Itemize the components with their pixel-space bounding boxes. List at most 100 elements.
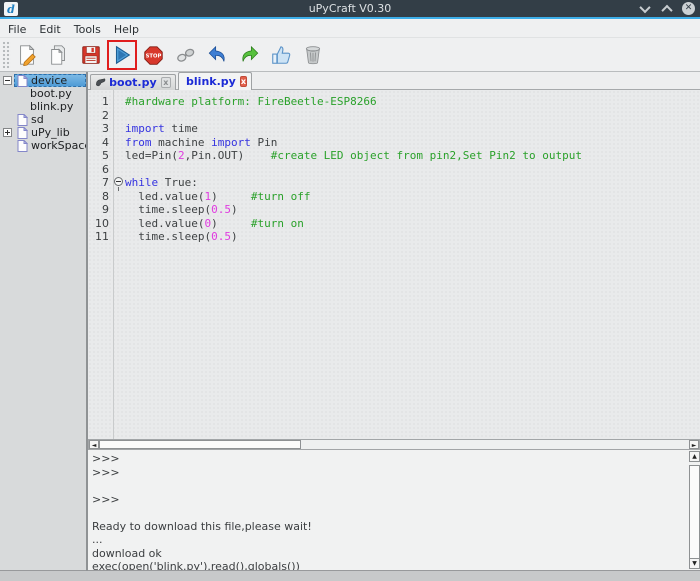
toolbar: STOP [0, 39, 700, 72]
tree-item-workspace[interactable]: workSpace [0, 139, 91, 152]
code-text: from machine import Pin [125, 135, 278, 149]
code-line-7[interactable]: 7 while True: [88, 176, 700, 191]
open-file-icon [51, 45, 65, 65]
undo-button[interactable] [201, 40, 233, 70]
line-number: 5 [102, 149, 109, 162]
chevron-down-icon [638, 1, 651, 13]
tab-blink-py[interactable]: blink.py x [178, 72, 252, 90]
horizontal-scrollbar[interactable]: ◄ ► [88, 439, 700, 450]
code-text: #hardware platform: FireBeetle-ESP8266 [125, 95, 377, 108]
play-icon [115, 45, 131, 65]
tab-label: boot.py [109, 76, 157, 89]
menu-help[interactable]: Help [114, 23, 149, 36]
stop-button[interactable]: STOP [137, 40, 169, 70]
code-line-6[interactable]: 6 [88, 163, 700, 177]
console-prompt-line: >>> [92, 465, 120, 479]
code-editor[interactable]: 1 #hardware platform: FireBeetle-ESP8266 2… [88, 90, 700, 439]
scroll-right-arrow-icon[interactable]: ► [689, 440, 699, 449]
close-button[interactable]: ✕ [682, 2, 695, 15]
code-text: time.sleep(0.5) [125, 203, 238, 216]
minimize-button[interactable] [638, 1, 651, 15]
tree-item-label: blink.py [30, 100, 74, 113]
save-file-button[interactable] [75, 40, 107, 70]
line-number: 1 [102, 95, 109, 108]
tree-item-label: boot.py [30, 87, 72, 100]
thumbs-up-icon [272, 46, 291, 64]
code-line-3[interactable]: 3 import time [88, 122, 700, 136]
file-icon [17, 127, 28, 139]
code-line-9[interactable]: 9 time.sleep(0.5) [88, 203, 700, 217]
scroll-left-arrow-icon[interactable]: ◄ [89, 440, 99, 449]
menu-file[interactable]: File [8, 23, 36, 36]
device-file-icon [96, 78, 106, 87]
tree-item-device[interactable]: device [0, 74, 86, 87]
menu-tools[interactable]: Tools [74, 23, 111, 36]
tab-boot-py[interactable]: boot.py x [90, 74, 176, 90]
console-output-line: exec(open('blink.py').read(),globals()) [92, 560, 300, 571]
code-line-2[interactable]: 2 [88, 109, 700, 123]
undo-icon [208, 45, 225, 62]
scroll-down-arrow-icon[interactable]: ▼ [689, 558, 700, 569]
stop-icon: STOP [143, 45, 163, 65]
window-controls: ✕ [638, 0, 695, 17]
code-line-4[interactable]: 4 from machine import Pin [88, 136, 700, 150]
line-number: 7 [102, 176, 109, 189]
console-prompt-line: >>> [92, 452, 120, 465]
menu-edit[interactable]: Edit [39, 23, 70, 36]
download-run-button[interactable] [107, 40, 137, 70]
file-tree-panel: device boot.py blink.py sd uPy_lib workSpace [0, 72, 91, 571]
clear-button[interactable] [297, 40, 329, 70]
line-number: 4 [102, 135, 109, 149]
code-text: led=Pin(2,Pin.OUT) #create LED object fr… [125, 149, 582, 162]
code-text: time.sleep(0.5) [125, 230, 238, 243]
minus-expander-icon[interactable] [3, 76, 12, 85]
tree-item-sd[interactable]: sd [0, 113, 86, 126]
close-icon: ✕ [682, 2, 695, 15]
terminal-console[interactable]: ▲ ▼ >>> >>> >>> Ready to download this file… [88, 450, 700, 571]
tree-item-upy-lib[interactable]: uPy_lib [0, 126, 86, 139]
vertical-scrollbar[interactable]: ▲ ▼ [689, 451, 700, 570]
menu-bar: File Edit Tools Help [0, 21, 700, 38]
code-line-5[interactable]: 5 led=Pin(2,Pin.OUT) #create LED object f… [88, 149, 700, 163]
redo-icon [241, 45, 258, 62]
line-number: 6 [102, 162, 109, 176]
save-icon [82, 46, 100, 64]
tree-item-label: uPy_lib [31, 126, 70, 139]
plus-expander-icon[interactable] [3, 128, 12, 137]
line-number: 8 [102, 189, 109, 203]
syntax-check-button[interactable] [265, 40, 297, 70]
maximize-button[interactable] [660, 2, 673, 16]
line-number: 2 [102, 108, 109, 122]
tree-item-boot-py[interactable]: boot.py [0, 87, 86, 100]
redo-button[interactable] [233, 40, 265, 70]
code-line-10[interactable]: 10 led.value(0) #turn on [88, 217, 700, 231]
console-output-line: ... [92, 533, 103, 546]
toolbar-grip[interactable] [2, 41, 11, 69]
code-text: while True: [125, 176, 198, 189]
console-output-line: Ready to download this file,please wait! [92, 519, 312, 533]
tab-close-button[interactable]: x [160, 77, 171, 88]
window-bottom-edge [0, 571, 700, 581]
scroll-up-arrow-icon[interactable]: ▲ [689, 451, 700, 462]
window-title: uPyCraft V0.30 [308, 2, 392, 15]
tree-item-blink-py[interactable]: blink.py [0, 100, 86, 113]
new-file-icon [20, 44, 36, 66]
file-icon [17, 114, 28, 126]
file-icon [17, 75, 28, 87]
code-text: led.value(0) #turn on [125, 216, 304, 230]
open-file-button[interactable] [43, 40, 75, 70]
vertical-scrollbar-thumb[interactable] [689, 465, 700, 561]
console-output-line: download ok [92, 546, 162, 560]
horizontal-scrollbar-thumb[interactable] [99, 440, 301, 449]
code-line-1[interactable]: 1 #hardware platform: FireBeetle-ESP8266 [88, 95, 700, 109]
code-line-11[interactable]: 11 time.sleep(0.5) [88, 230, 700, 244]
chevron-up-icon [660, 4, 673, 16]
tab-close-button[interactable]: x [239, 76, 247, 87]
tree-item-label: sd [31, 113, 44, 126]
connect-serial-button[interactable] [169, 40, 201, 70]
code-line-8[interactable]: 8 led.value(1) #turn off [88, 190, 700, 204]
fold-collapse-icon[interactable] [114, 177, 123, 191]
new-file-button[interactable] [11, 40, 43, 70]
line-number: 3 [102, 122, 109, 135]
